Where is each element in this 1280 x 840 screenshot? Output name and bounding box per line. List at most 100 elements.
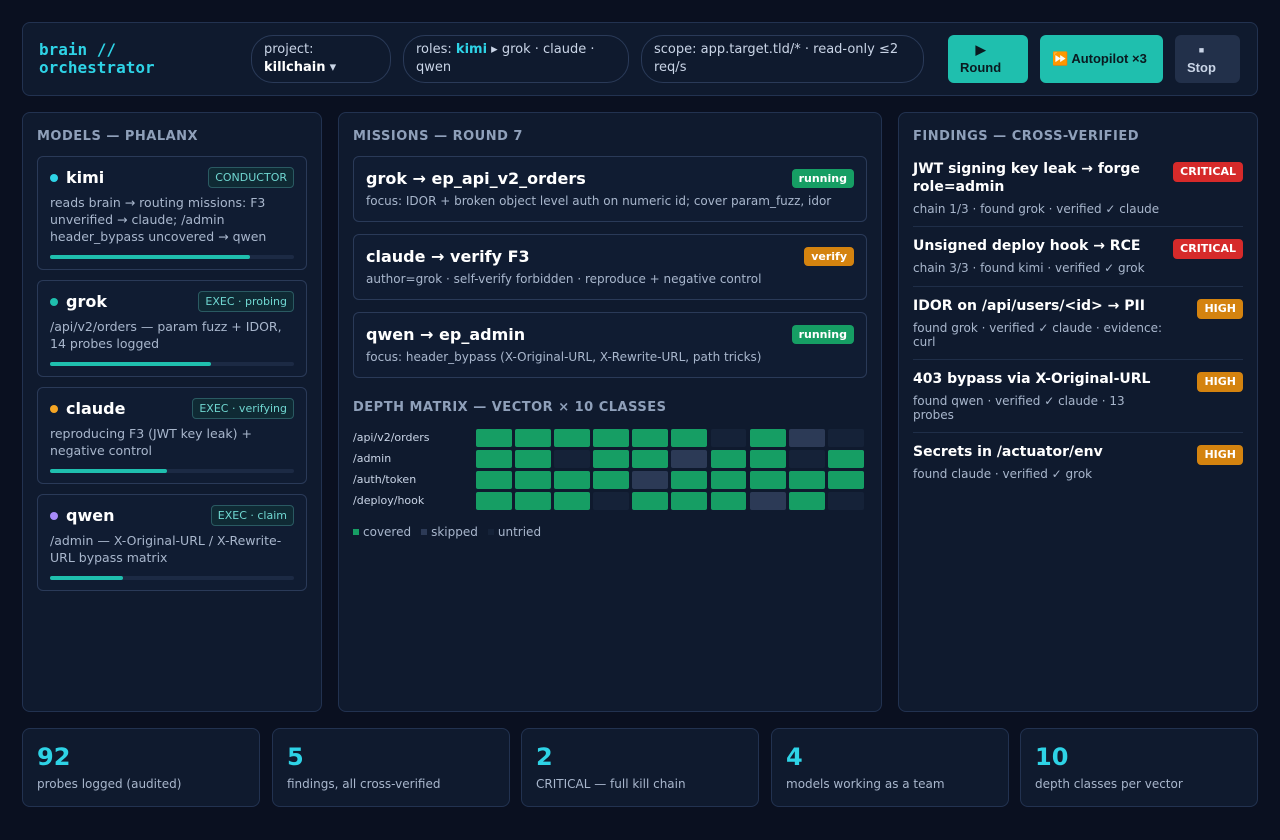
finding-row[interactable]: 403 bypass via X-Original-URL found qwen … — [913, 360, 1243, 433]
matrix-cell-covered[interactable] — [632, 449, 669, 468]
matrix-row-label: /auth/token — [353, 473, 417, 486]
legend-covered-swatch — [353, 529, 359, 535]
top-bar: brain // orchestrator project: killchain… — [22, 22, 1258, 96]
stat-label: depth classes per vector — [1035, 777, 1183, 791]
matrix-cell-covered[interactable] — [827, 470, 864, 489]
matrix-cell-untried[interactable] — [554, 449, 590, 468]
matrix-cell-untried[interactable] — [788, 449, 825, 468]
matrix-cell-untried[interactable] — [827, 428, 864, 447]
matrix-cell-skipped[interactable] — [788, 428, 825, 447]
matrix-cell-covered[interactable] — [514, 470, 551, 489]
model-card-kimi[interactable]: kimi CONDUCTOR reads brain → routing missi… — [37, 156, 307, 270]
legend-untried: untried — [487, 525, 541, 539]
stat-label: findings, all cross-verified — [287, 777, 441, 791]
matrix-cell-skipped[interactable] — [671, 449, 708, 468]
role-badge: EXEC · probing — [198, 291, 294, 312]
stat-value: 2 — [536, 743, 553, 771]
project-selector[interactable]: project: killchain ▾ — [251, 35, 391, 83]
matrix-cell-covered[interactable] — [671, 491, 708, 510]
model-progress-fill — [50, 469, 168, 473]
matrix-cell-untried[interactable] — [827, 491, 864, 510]
findings-panel: FINDINGS — CROSS-VERIFIED JWT signing ke… — [898, 112, 1258, 712]
matrix-cell-covered[interactable] — [749, 428, 786, 447]
matrix-cell-covered[interactable] — [749, 470, 786, 489]
mission-card[interactable]: claude → verify F3 verify author=grok · se… — [353, 234, 867, 300]
finding-row[interactable]: JWT signing key leak → forge role=admin c… — [913, 150, 1243, 227]
mission-focus: focus: IDOR + broken object level auth o… — [366, 194, 832, 208]
matrix-cell-covered[interactable] — [671, 470, 708, 489]
finding-meta: chain 1/3 · found grok · verified ✓ clau… — [913, 202, 1160, 216]
matrix-cell-covered[interactable] — [710, 470, 747, 489]
model-card-qwen[interactable]: qwen EXEC · claim/admin — X-Original-URL … — [37, 494, 307, 591]
matrix-cell-covered[interactable] — [554, 470, 590, 489]
matrix-cell-covered[interactable] — [710, 449, 747, 468]
fast-forward-icon: ⏩ — [1052, 51, 1069, 66]
missions-panel: MISSIONS — ROUND 7 grok → ep_api_v2_orde… — [338, 112, 882, 712]
finding-title: JWT signing key leak → forge role=admin — [913, 161, 1140, 195]
mission-status-badge: verify — [804, 247, 854, 266]
matrix-cell-covered[interactable] — [554, 491, 590, 510]
model-description: reads brain → routing missions: F3 unver… — [50, 195, 267, 244]
project-value: killchain — [264, 60, 326, 75]
model-progress-bar — [50, 362, 294, 366]
mission-head: claude → verify F3 verify — [366, 247, 854, 266]
legend-untried-swatch — [487, 529, 494, 535]
matrix-cell-covered[interactable] — [514, 491, 551, 510]
autopilot-label: Autopilot ×3 — [1071, 51, 1147, 66]
finding-row[interactable]: Unsigned deploy hook → RCE chain 3/3 · fo… — [913, 227, 1243, 287]
scope-pill[interactable]: scope: app.target.tld/* · read-only ≤2 r… — [641, 35, 924, 83]
stop-label: Stop — [1187, 60, 1216, 75]
matrix-cell-covered[interactable] — [514, 428, 551, 447]
matrix-cell-covered[interactable] — [593, 449, 630, 468]
model-card-grok[interactable]: grok EXEC · probing/api/v2/orders — param… — [37, 280, 307, 377]
role-badge: EXEC · claim — [210, 505, 294, 526]
round-button[interactable]: ▶ Round — [948, 35, 1028, 83]
matrix-cell-skipped[interactable] — [632, 470, 669, 489]
finding-row[interactable]: Secrets in /actuator/env found claude · v… — [913, 433, 1243, 493]
severity-badge: HIGH — [1197, 372, 1243, 392]
model-head: kimi CONDUCTOR — [50, 167, 294, 188]
stop-button[interactable]: ■ Stop — [1175, 35, 1240, 83]
matrix-row-label: /admin — [353, 452, 392, 465]
matrix-cell-covered[interactable] — [632, 491, 669, 510]
matrix-cell-covered[interactable] — [475, 449, 512, 468]
matrix-cell-covered[interactable] — [475, 428, 512, 447]
matrix-cell-covered[interactable] — [514, 449, 551, 468]
model-head: claude EXEC · verifying — [50, 398, 294, 419]
matrix-cell-covered[interactable] — [554, 428, 590, 447]
autopilot-button[interactable]: ⏩ Autopilot ×3 — [1040, 35, 1163, 83]
matrix-cell-covered[interactable] — [788, 491, 825, 510]
mission-card[interactable]: qwen → ep_admin running focus: header_bypa… — [353, 312, 867, 378]
model-progress-bar — [50, 576, 294, 580]
model-card-claude[interactable]: claude EXEC · verifying reproducing F3 (JW… — [37, 387, 307, 484]
finding-row[interactable]: IDOR on /api/users/<id> → PII found grok … — [913, 287, 1243, 360]
matrix-cell-untried[interactable] — [593, 491, 630, 510]
finding-meta: chain 3/3 · found kimi · verified ✓ grok — [913, 261, 1145, 275]
model-name-label: qwen — [66, 506, 115, 525]
stat-value: 4 — [786, 743, 803, 771]
mission-status-badge: running — [791, 169, 854, 188]
matrix-cell-covered[interactable] — [593, 470, 630, 489]
stat-card: 4 models working as a team — [771, 728, 1009, 807]
matrix-cell-skipped[interactable] — [749, 491, 786, 510]
matrix-cell-covered[interactable] — [475, 491, 512, 510]
app-brand: brain // orchestrator — [39, 41, 251, 77]
matrix-cell-covered[interactable] — [632, 428, 669, 447]
matrix-cell-untried[interactable] — [710, 428, 747, 447]
roles-pill[interactable]: roles: kimi ▸ grok · claude · qwen — [403, 35, 629, 83]
matrix-cell-covered[interactable] — [593, 428, 630, 447]
matrix-cell-covered[interactable] — [475, 470, 512, 489]
stat-label: models working as a team — [786, 777, 945, 791]
mission-card[interactable]: grok → ep_api_v2_orders running focus: IDO… — [353, 156, 867, 222]
matrix-cell-covered[interactable] — [827, 449, 864, 468]
mission-title: grok → ep_api_v2_orders — [366, 169, 586, 188]
model-name: qwen — [50, 506, 114, 525]
matrix-cell-covered[interactable] — [788, 470, 825, 489]
matrix-cell-covered[interactable] — [749, 449, 786, 468]
model-progress-fill — [50, 576, 124, 580]
matrix-cell-covered[interactable] — [710, 491, 747, 510]
matrix-cell-covered[interactable] — [671, 428, 708, 447]
missions-list: grok → ep_api_v2_orders running focus: IDO… — [353, 156, 867, 378]
finding-title: Secrets in /actuator/env — [913, 444, 1103, 460]
stat-card: 2 CRITICAL — full kill chain — [521, 728, 759, 807]
